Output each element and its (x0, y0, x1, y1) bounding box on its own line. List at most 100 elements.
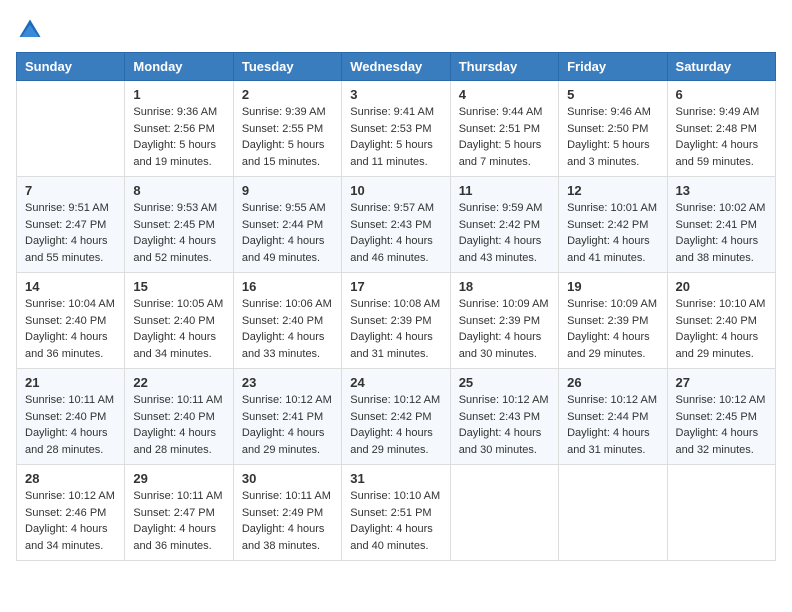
day-info: Sunrise: 9:39 AM Sunset: 2:55 PM Dayligh… (242, 104, 333, 170)
calendar-cell: 14 Sunrise: 10:04 AM Sunset: 2:40 PM Dayl… (17, 273, 125, 369)
day-number: 12 (567, 183, 658, 198)
day-number: 24 (350, 375, 441, 390)
day-number: 25 (459, 375, 550, 390)
day-number: 13 (676, 183, 767, 198)
calendar-header-row: SundayMondayTuesdayWednesdayThursdayFrid… (17, 53, 776, 81)
calendar-cell: 5Sunrise: 9:46 AM Sunset: 2:50 PM Daylig… (559, 81, 667, 177)
calendar-cell: 15Sunrise: 10:05 AM Sunset: 2:40 PM Dayl… (125, 273, 233, 369)
calendar-cell: 12Sunrise: 10:01 AM Sunset: 2:42 PM Dayl… (559, 177, 667, 273)
calendar-week-row: 7 Sunrise: 9:51 AM Sunset: 2:47 PM Daylig… (17, 177, 776, 273)
calendar-cell: 4 Sunrise: 9:44 AM Sunset: 2:51 PM Daylig… (450, 81, 558, 177)
day-info: Sunrise: 9:53 AM Sunset: 2:45 PM Dayligh… (133, 200, 224, 266)
calendar-cell: 18Sunrise: 10:09 AM Sunset: 2:39 PM Dayl… (450, 273, 558, 369)
calendar-cell: 6 Sunrise: 9:49 AM Sunset: 2:48 PM Daylig… (667, 81, 775, 177)
calendar-header-thursday: Thursday (450, 53, 558, 81)
calendar-cell: 8 Sunrise: 9:53 AM Sunset: 2:45 PM Daylig… (125, 177, 233, 273)
calendar-cell: 30 Sunrise: 10:11 AM Sunset: 2:49 PM Dayl… (233, 465, 341, 561)
day-number: 7 (25, 183, 116, 198)
calendar-cell: 25Sunrise: 10:12 AM Sunset: 2:43 PM Dayl… (450, 369, 558, 465)
day-number: 19 (567, 279, 658, 294)
day-number: 14 (25, 279, 116, 294)
calendar-cell (559, 465, 667, 561)
day-number: 16 (242, 279, 333, 294)
day-info: Sunrise: 10:10 AM Sunset: 2:51 PM Daylig… (350, 488, 441, 554)
day-info: Sunrise: 10:12 AM Sunset: 2:46 PM Daylig… (25, 488, 116, 554)
day-info: Sunrise: 9:49 AM Sunset: 2:48 PM Dayligh… (676, 104, 767, 170)
day-info: Sunrise: 10:08 AM Sunset: 2:39 PM Daylig… (350, 296, 441, 362)
calendar-cell: 2 Sunrise: 9:39 AM Sunset: 2:55 PM Daylig… (233, 81, 341, 177)
day-number: 21 (25, 375, 116, 390)
calendar-cell (667, 465, 775, 561)
logo (16, 16, 48, 44)
calendar-cell: 20 Sunrise: 10:10 AM Sunset: 2:40 PM Dayl… (667, 273, 775, 369)
day-info: Sunrise: 10:12 AM Sunset: 2:44 PM Daylig… (567, 392, 658, 458)
calendar-cell: 9 Sunrise: 9:55 AM Sunset: 2:44 PM Daylig… (233, 177, 341, 273)
calendar-cell (450, 465, 558, 561)
day-info: Sunrise: 10:11 AM Sunset: 2:47 PM Daylig… (133, 488, 224, 554)
day-info: Sunrise: 9:55 AM Sunset: 2:44 PM Dayligh… (242, 200, 333, 266)
day-info: Sunrise: 10:12 AM Sunset: 2:42 PM Daylig… (350, 392, 441, 458)
day-number: 17 (350, 279, 441, 294)
calendar-header-saturday: Saturday (667, 53, 775, 81)
day-number: 31 (350, 471, 441, 486)
calendar-cell: 7 Sunrise: 9:51 AM Sunset: 2:47 PM Daylig… (17, 177, 125, 273)
calendar-cell: 23 Sunrise: 10:12 AM Sunset: 2:41 PM Dayl… (233, 369, 341, 465)
day-number: 10 (350, 183, 441, 198)
day-info: Sunrise: 10:12 AM Sunset: 2:41 PM Daylig… (242, 392, 333, 458)
calendar-header-friday: Friday (559, 53, 667, 81)
day-number: 30 (242, 471, 333, 486)
day-number: 3 (350, 87, 441, 102)
calendar-cell: 24 Sunrise: 10:12 AM Sunset: 2:42 PM Dayl… (342, 369, 450, 465)
calendar-cell: 31 Sunrise: 10:10 AM Sunset: 2:51 PM Dayl… (342, 465, 450, 561)
logo-icon (16, 16, 44, 44)
day-info: Sunrise: 10:11 AM Sunset: 2:40 PM Daylig… (133, 392, 224, 458)
day-info: Sunrise: 10:12 AM Sunset: 2:45 PM Daylig… (676, 392, 767, 458)
day-info: Sunrise: 9:41 AM Sunset: 2:53 PM Dayligh… (350, 104, 441, 170)
day-info: Sunrise: 9:59 AM Sunset: 2:42 PM Dayligh… (459, 200, 550, 266)
day-info: Sunrise: 9:51 AM Sunset: 2:47 PM Dayligh… (25, 200, 116, 266)
calendar-cell: 22 Sunrise: 10:11 AM Sunset: 2:40 PM Dayl… (125, 369, 233, 465)
day-number: 23 (242, 375, 333, 390)
day-info: Sunrise: 10:09 AM Sunset: 2:39 PM Daylig… (459, 296, 550, 362)
day-number: 29 (133, 471, 224, 486)
day-number: 20 (676, 279, 767, 294)
day-info: Sunrise: 10:10 AM Sunset: 2:40 PM Daylig… (676, 296, 767, 362)
day-number: 27 (676, 375, 767, 390)
calendar-cell: 16 Sunrise: 10:06 AM Sunset: 2:40 PM Dayl… (233, 273, 341, 369)
calendar-week-row: 1 Sunrise: 9:36 AM Sunset: 2:56 PM Daylig… (17, 81, 776, 177)
day-number: 22 (133, 375, 224, 390)
day-info: Sunrise: 10:02 AM Sunset: 2:41 PM Daylig… (676, 200, 767, 266)
day-info: Sunrise: 10:04 AM Sunset: 2:40 PM Daylig… (25, 296, 116, 362)
day-number: 4 (459, 87, 550, 102)
calendar-cell: 29 Sunrise: 10:11 AM Sunset: 2:47 PM Dayl… (125, 465, 233, 561)
calendar-week-row: 14 Sunrise: 10:04 AM Sunset: 2:40 PM Dayl… (17, 273, 776, 369)
day-info: Sunrise: 9:46 AM Sunset: 2:50 PM Dayligh… (567, 104, 658, 170)
calendar-header-monday: Monday (125, 53, 233, 81)
day-number: 1 (133, 87, 224, 102)
day-number: 8 (133, 183, 224, 198)
day-number: 2 (242, 87, 333, 102)
day-info: Sunrise: 10:06 AM Sunset: 2:40 PM Daylig… (242, 296, 333, 362)
day-number: 28 (25, 471, 116, 486)
calendar-header-sunday: Sunday (17, 53, 125, 81)
day-number: 11 (459, 183, 550, 198)
calendar-body: 1 Sunrise: 9:36 AM Sunset: 2:56 PM Daylig… (17, 81, 776, 561)
day-info: Sunrise: 9:36 AM Sunset: 2:56 PM Dayligh… (133, 104, 224, 170)
calendar-cell: 1 Sunrise: 9:36 AM Sunset: 2:56 PM Daylig… (125, 81, 233, 177)
day-number: 26 (567, 375, 658, 390)
page-header (16, 16, 776, 44)
day-info: Sunrise: 10:09 AM Sunset: 2:39 PM Daylig… (567, 296, 658, 362)
day-number: 9 (242, 183, 333, 198)
calendar-header-wednesday: Wednesday (342, 53, 450, 81)
calendar-cell: 27 Sunrise: 10:12 AM Sunset: 2:45 PM Dayl… (667, 369, 775, 465)
day-info: Sunrise: 10:11 AM Sunset: 2:49 PM Daylig… (242, 488, 333, 554)
calendar-table: SundayMondayTuesdayWednesdayThursdayFrid… (16, 52, 776, 561)
calendar-cell: 21Sunrise: 10:11 AM Sunset: 2:40 PM Dayl… (17, 369, 125, 465)
calendar-week-row: 28 Sunrise: 10:12 AM Sunset: 2:46 PM Dayl… (17, 465, 776, 561)
calendar-header-tuesday: Tuesday (233, 53, 341, 81)
calendar-cell: 26 Sunrise: 10:12 AM Sunset: 2:44 PM Dayl… (559, 369, 667, 465)
calendar-cell: 19 Sunrise: 10:09 AM Sunset: 2:39 PM Dayl… (559, 273, 667, 369)
day-number: 6 (676, 87, 767, 102)
day-info: Sunrise: 10:05 AM Sunset: 2:40 PM Daylig… (133, 296, 224, 362)
day-info: Sunrise: 9:44 AM Sunset: 2:51 PM Dayligh… (459, 104, 550, 170)
